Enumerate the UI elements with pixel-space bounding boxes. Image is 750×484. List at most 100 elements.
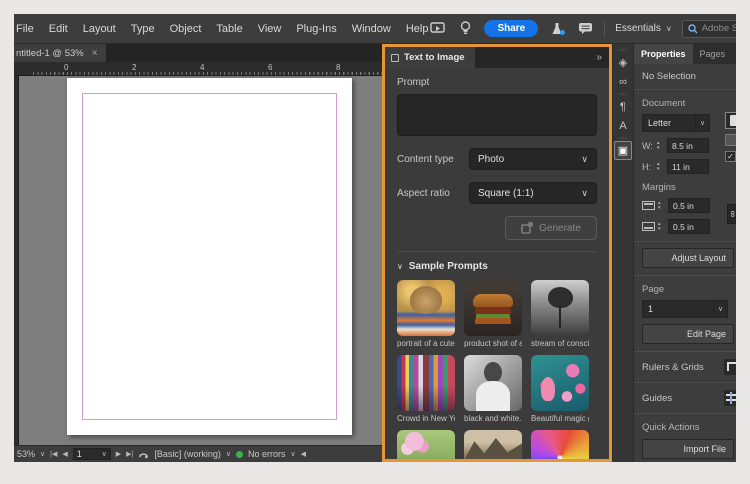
- height-stepper[interactable]: ▴▾: [657, 162, 664, 171]
- scroll-left-arrow[interactable]: ◀: [301, 450, 306, 458]
- guides-icon[interactable]: [724, 390, 736, 406]
- sample-prompt-item[interactable]: [397, 430, 455, 459]
- errors-chevron-icon[interactable]: ∨: [290, 450, 295, 458]
- no-selection-label: No Selection: [642, 71, 736, 82]
- tab-pages[interactable]: Pages: [693, 44, 733, 64]
- sample-thumbnail-cat[interactable]: [397, 280, 455, 336]
- bottom-margin-stepper[interactable]: ▴▾: [658, 222, 665, 231]
- sample-prompt-item[interactable]: [464, 430, 522, 459]
- menu-window[interactable]: Window: [352, 23, 391, 35]
- sample-prompt-item[interactable]: product shot of a...: [464, 280, 522, 348]
- link-margins-icon[interactable]: ∞: [727, 204, 736, 224]
- sample-thumbnail-bonsai[interactable]: [397, 430, 455, 459]
- menu-file[interactable]: File: [16, 23, 34, 35]
- next-page-button[interactable]: ▶: [116, 450, 121, 458]
- zoom-chevron-icon[interactable]: ∨: [40, 450, 45, 458]
- sample-prompt-item[interactable]: Crowd in New Yo...: [397, 355, 455, 423]
- page-number-select[interactable]: 1 ∨: [73, 448, 111, 460]
- sample-prompt-item[interactable]: stream of conscio...: [531, 280, 589, 348]
- menu-help[interactable]: Help: [406, 23, 429, 35]
- document-tab[interactable]: ntitled-1 @ 53% ×: [14, 44, 106, 62]
- preflight-profile[interactable]: [Basic] (working): [154, 449, 221, 459]
- layers-icon[interactable]: ◈: [614, 53, 632, 72]
- import-file-button[interactable]: Import File: [642, 439, 734, 459]
- zoom-level[interactable]: 53%: [17, 449, 35, 459]
- aspect-ratio-select[interactable]: Square (1:1) ∨: [469, 182, 597, 204]
- sample-prompt-item[interactable]: [531, 430, 589, 459]
- error-status-label[interactable]: No errors: [248, 449, 286, 459]
- document-status-bar: 53% ∨ |◀ ◀ 1 ∨ ▶ ▶| [Basic] (working) ∨ …: [14, 445, 386, 462]
- adjust-layout-button[interactable]: Adjust Layout: [642, 248, 734, 268]
- ruler-tick-8: 8: [336, 63, 340, 72]
- adobe-stock-search[interactable]: Adobe Stock: [682, 20, 736, 38]
- width-field[interactable]: 8.5 in: [667, 138, 709, 153]
- rulers-grids-icon[interactable]: [724, 359, 736, 375]
- previous-page-button[interactable]: ◀: [62, 450, 67, 458]
- tab-cc-libraries[interactable]: C: [732, 44, 736, 64]
- facing-pages-checkbox[interactable]: ✓: [725, 151, 736, 162]
- prompt-input[interactable]: [397, 94, 597, 136]
- sample-thumbnail-brain-tree[interactable]: [531, 280, 589, 336]
- vertical-ruler[interactable]: [14, 76, 19, 445]
- sample-prompt-item[interactable]: black and white...: [464, 355, 522, 423]
- publish-online-icon[interactable]: [428, 21, 446, 37]
- sample-thumbnail-portrait[interactable]: [464, 355, 522, 411]
- character-styles-icon[interactable]: A: [614, 116, 632, 135]
- page-select[interactable]: 1 ∨: [642, 300, 728, 318]
- first-page-button[interactable]: |◀: [50, 450, 57, 458]
- content-type-label: Content type: [397, 154, 469, 165]
- divider: [634, 275, 736, 276]
- share-button[interactable]: Share: [484, 20, 538, 37]
- preset-chevron-icon[interactable]: ∨: [226, 450, 231, 458]
- feedback-icon[interactable]: [576, 21, 594, 37]
- document-page[interactable]: [67, 78, 352, 435]
- menu-edit[interactable]: Edit: [49, 23, 68, 35]
- close-icon[interactable]: ×: [92, 48, 98, 59]
- height-field[interactable]: 11 in: [667, 159, 709, 174]
- horizontal-ruler[interactable]: 0 2 4 6 8: [14, 62, 386, 76]
- collapse-panel-icon[interactable]: »: [596, 52, 609, 63]
- beaker-icon[interactable]: [548, 21, 566, 37]
- generate-row: Generate: [397, 216, 597, 252]
- text-to-image-icon[interactable]: ▣: [614, 141, 632, 160]
- sample-thumbnail-kaleidoscope[interactable]: [531, 430, 589, 459]
- lightbulb-icon[interactable]: [456, 21, 474, 37]
- divider: [634, 89, 736, 90]
- top-margin-stepper[interactable]: ▴▾: [658, 201, 665, 210]
- sample-prompt-item[interactable]: Beautiful magic g...: [531, 355, 589, 423]
- width-stepper[interactable]: ▴▾: [657, 141, 664, 150]
- portrait-orientation-button[interactable]: [725, 112, 736, 129]
- links-icon[interactable]: ∞: [614, 72, 632, 91]
- preflight-icon[interactable]: [138, 449, 149, 460]
- bottom-margin-field[interactable]: 0.5 in: [668, 219, 710, 234]
- menu-plugins[interactable]: Plug-Ins: [296, 23, 336, 35]
- sample-thumbnail-magic-garden[interactable]: [531, 355, 589, 411]
- content-type-select[interactable]: Photo ∨: [469, 148, 597, 170]
- top-margin-field[interactable]: 0.5 in: [668, 198, 710, 213]
- menu-object[interactable]: Object: [170, 23, 202, 35]
- edit-page-button[interactable]: Edit Page: [642, 324, 734, 344]
- document-section-label: Document: [642, 98, 736, 109]
- sample-prompts-header[interactable]: ∨ Sample Prompts: [397, 261, 597, 272]
- sample-thumbnail-burger[interactable]: [464, 280, 522, 336]
- pasteboard[interactable]: [14, 76, 386, 445]
- menu-type[interactable]: Type: [131, 23, 155, 35]
- tab-properties[interactable]: Properties: [634, 44, 693, 64]
- menu-table[interactable]: Table: [216, 23, 242, 35]
- text-to-image-tab[interactable]: Text to Image: [385, 47, 475, 68]
- menu-layout[interactable]: Layout: [83, 23, 116, 35]
- paragraph-styles-icon[interactable]: ¶: [614, 97, 632, 116]
- page-size-select[interactable]: Letter ∨: [642, 114, 710, 132]
- workspace-label: Essentials: [615, 23, 661, 34]
- menu-view[interactable]: View: [258, 23, 282, 35]
- sample-caption: portrait of a cute...: [397, 339, 455, 348]
- indesign-window: File Edit Layout Type Object Table View …: [14, 14, 736, 462]
- sample-thumbnail-car[interactable]: [464, 430, 522, 459]
- sample-prompt-item[interactable]: portrait of a cute...: [397, 280, 455, 348]
- height-label: H:: [642, 162, 654, 172]
- generate-button[interactable]: Generate: [505, 216, 597, 240]
- workspace-switcher[interactable]: Essentials ∨: [615, 23, 671, 34]
- last-page-button[interactable]: ▶|: [126, 450, 133, 458]
- landscape-orientation-button[interactable]: [725, 134, 736, 146]
- sample-thumbnail-crowd[interactable]: [397, 355, 455, 411]
